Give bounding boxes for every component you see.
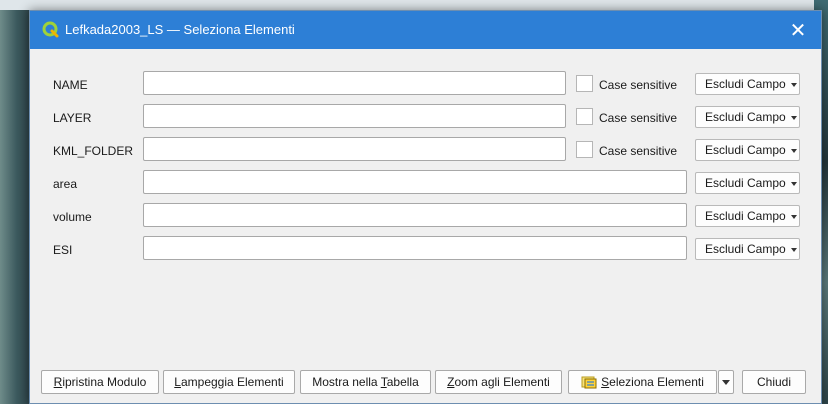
exclude-field-label: Escludi Campo [705, 209, 786, 223]
exclude-field-label: Escludi Campo [705, 143, 786, 157]
button-label: Seleziona Elementi [601, 375, 704, 389]
name-exclude-field-button[interactable]: Escludi Campo [695, 73, 800, 95]
kml-folder-case-sensitive-checkbox[interactable] [576, 141, 593, 158]
name-input[interactable] [143, 71, 566, 95]
dropdown-arrow-icon [791, 83, 797, 87]
layer-case-sensitive-label: Case sensitive [599, 111, 678, 125]
flash-features-button[interactable]: Lampeggia Elementi [163, 370, 295, 394]
area-exclude-field-button[interactable]: Escludi Campo [695, 172, 800, 194]
exclude-field-label: Escludi Campo [705, 77, 786, 91]
button-label: Chiudi [756, 375, 792, 389]
show-in-table-button[interactable]: Mostra nella Tabella [300, 370, 431, 394]
volume-exclude-field-button[interactable]: Escludi Campo [695, 205, 800, 227]
field-label-esi: ESI [53, 243, 73, 257]
button-label: Mostra nella Tabella [312, 375, 419, 389]
button-label: Ripristina Modulo [53, 375, 147, 389]
dropdown-arrow-icon [791, 182, 797, 186]
close-icon: ✕ [789, 19, 807, 42]
exclude-field-label: Escludi Campo [705, 176, 786, 190]
select-features-icon [581, 376, 597, 389]
kml-folder-exclude-field-button[interactable]: Escludi Campo [695, 139, 800, 161]
close-button[interactable]: Chiudi [742, 370, 806, 394]
field-label-kml-folder: KML_FOLDER [53, 144, 134, 158]
kml-folder-input[interactable] [143, 137, 566, 161]
layer-input[interactable] [143, 104, 566, 128]
dropdown-arrow-icon [791, 149, 797, 153]
volume-input[interactable] [143, 203, 687, 227]
button-label: Lampeggia Elementi [174, 375, 284, 389]
field-label-layer: LAYER [53, 111, 92, 125]
name-case-sensitive-label: Case sensitive [599, 78, 678, 92]
zoom-to-features-button[interactable]: Zoom agli Elementi [435, 370, 562, 394]
chevron-down-icon [722, 380, 730, 385]
name-case-sensitive-checkbox[interactable] [576, 75, 593, 92]
window-title: Lefkada2003_LS — Seleziona Elementi [65, 22, 295, 37]
exclude-field-label: Escludi Campo [705, 242, 786, 256]
dropdown-arrow-icon [791, 248, 797, 252]
dropdown-arrow-icon [791, 215, 797, 219]
layer-exclude-field-button[interactable]: Escludi Campo [695, 106, 800, 128]
dropdown-arrow-icon [791, 116, 797, 120]
select-mode-dropdown[interactable] [718, 370, 734, 394]
area-input[interactable] [143, 170, 687, 194]
reset-form-button[interactable]: Ripristina Modulo [41, 370, 159, 394]
select-features-button[interactable]: Seleziona Elementi [568, 370, 717, 394]
select-features-dialog: Lefkada2003_LS — Seleziona Elementi ✕ NA… [29, 10, 822, 404]
field-label-name: NAME [53, 78, 88, 92]
title-bar: Lefkada2003_LS — Seleziona Elementi ✕ [30, 11, 821, 49]
esi-input[interactable] [143, 236, 687, 260]
field-label-area: area [53, 177, 78, 191]
layer-case-sensitive-checkbox[interactable] [576, 108, 593, 125]
background-window-strip [0, 0, 828, 10]
qgis-icon [42, 21, 59, 38]
close-window-button[interactable]: ✕ [775, 11, 821, 49]
button-label: Zoom agli Elementi [447, 375, 550, 389]
exclude-field-label: Escludi Campo [705, 110, 786, 124]
kml-folder-case-sensitive-label: Case sensitive [599, 144, 678, 158]
field-label-volume: volume [53, 210, 92, 224]
esi-exclude-field-button[interactable]: Escludi Campo [695, 238, 800, 260]
